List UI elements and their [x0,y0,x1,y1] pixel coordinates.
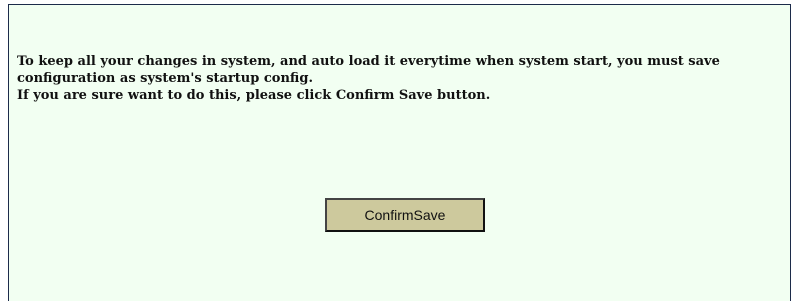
confirm-save-button[interactable]: ConfirmSave [325,198,485,232]
save-config-panel: To keep all your changes in system, and … [8,4,791,301]
instruction-text: To keep all your changes in system, and … [17,53,787,104]
instruction-line-startup-config: To keep all your changes in system, and … [17,54,720,86]
instruction-line-confirm: If you are sure want to do this, please … [17,88,491,103]
